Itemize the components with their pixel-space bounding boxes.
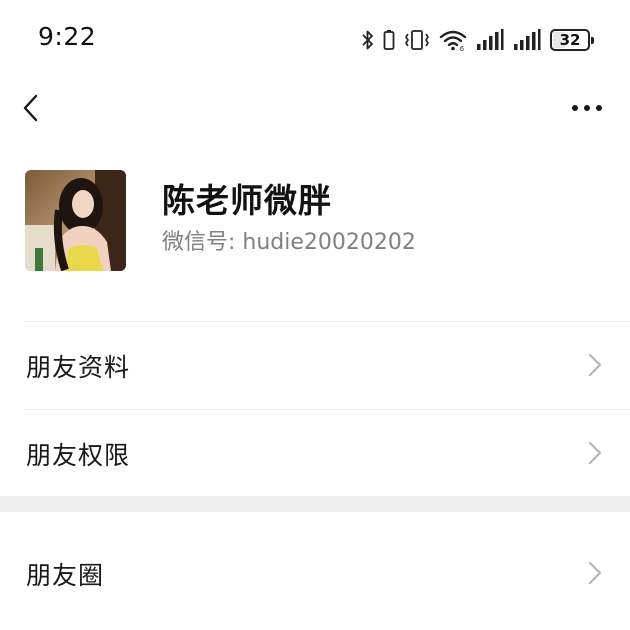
menu-item-label: 朋友圈 xyxy=(26,561,105,590)
status-icons: 6 32 xyxy=(362,26,594,54)
wifi-icon: 6 xyxy=(439,30,467,51)
profile-header: 陈老师微胖 微信号: hudie20020202 xyxy=(0,160,630,280)
bluetooth-icon xyxy=(362,30,373,50)
svg-text:6: 6 xyxy=(460,46,464,51)
signal-icon xyxy=(477,29,504,50)
battery-icon: 32 xyxy=(550,29,594,51)
menu-item-label: 朋友资料 xyxy=(26,353,131,382)
menu-item-friend-permissions[interactable]: 朋友权限 xyxy=(0,410,630,496)
back-icon[interactable] xyxy=(18,92,46,124)
menu-item-friend-profile[interactable]: 朋友资料 xyxy=(0,322,630,408)
more-icon[interactable] xyxy=(570,96,604,120)
menu-item-moments[interactable]: 朋友圈 xyxy=(0,530,630,616)
vibrate-icon xyxy=(405,30,429,50)
signal-icon xyxy=(514,29,541,50)
avatar[interactable] xyxy=(25,170,126,271)
battery-nub xyxy=(591,37,594,44)
section-separator xyxy=(0,496,630,512)
nav-bar xyxy=(0,80,630,136)
status-time: 9:22 xyxy=(38,22,97,51)
menu-item-label: 朋友权限 xyxy=(26,441,131,470)
chevron-right-icon xyxy=(589,442,601,464)
status-bar: 9:22 6 32 xyxy=(0,0,630,80)
battery-saver-icon xyxy=(383,30,395,50)
wechat-id: 微信号: hudie20020202 xyxy=(162,230,416,255)
profile-name: 陈老师微胖 xyxy=(162,181,332,220)
chevron-right-icon xyxy=(589,354,601,376)
chevron-right-icon xyxy=(589,562,601,584)
battery-level: 32 xyxy=(559,30,581,49)
